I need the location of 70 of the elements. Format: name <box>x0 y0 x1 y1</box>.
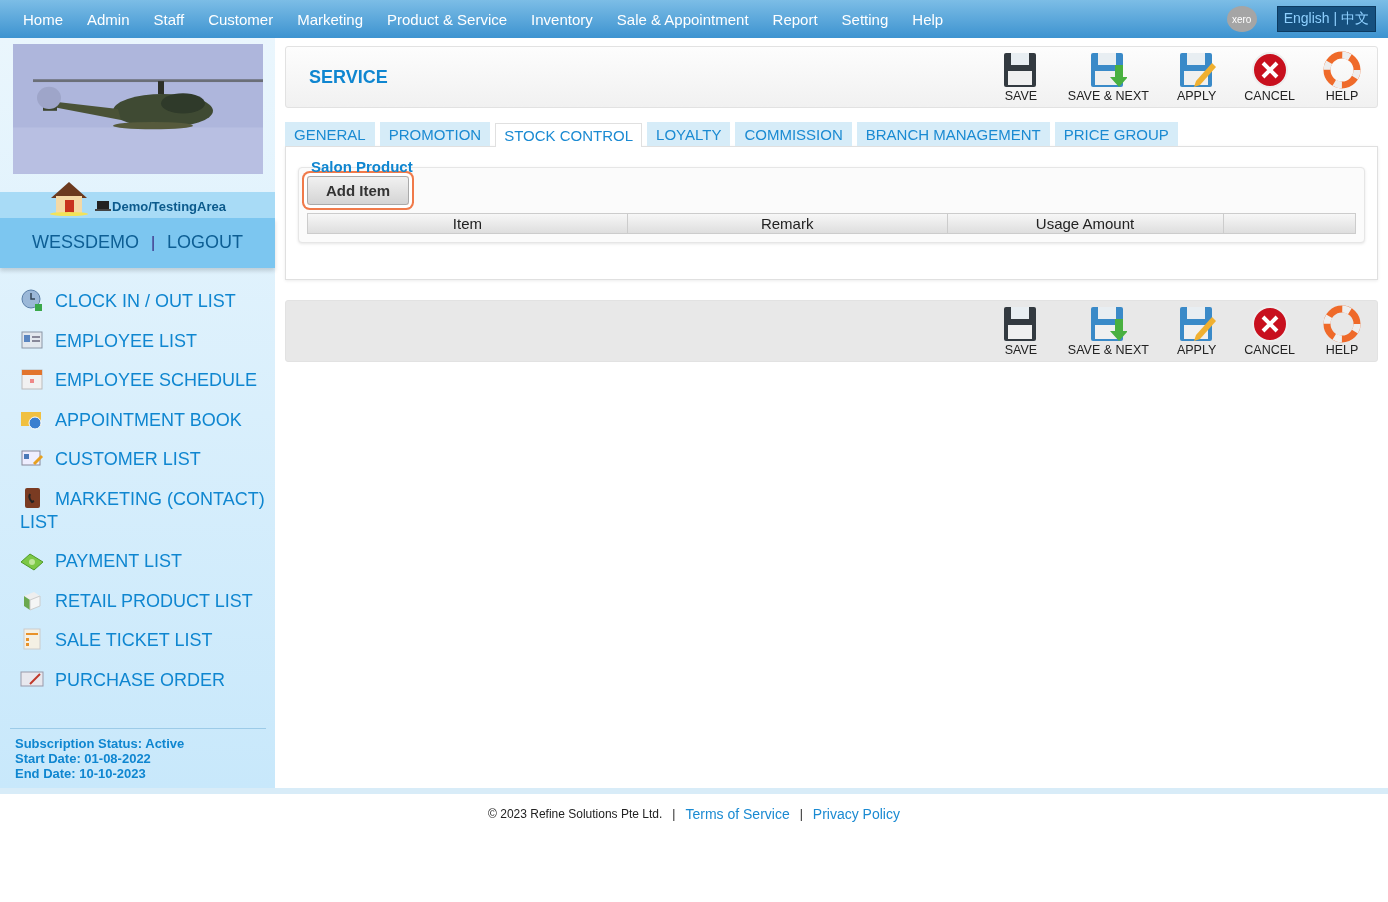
lifebuoy-icon <box>1323 305 1361 343</box>
nav-link[interactable]: Report <box>772 10 818 28</box>
toolbar-button[interactable]: CANCEL <box>1244 305 1295 357</box>
privacy-link[interactable]: Privacy Policy <box>812 806 900 822</box>
save-arrow-icon <box>1089 51 1128 89</box>
nav-link[interactable]: Home <box>23 10 63 28</box>
toolbar-button[interactable]: SAVE <box>1001 51 1040 103</box>
sidebar-menu-item[interactable]: SALE TICKET LIST <box>20 627 267 652</box>
tab[interactable]: PRICE GROUP <box>1054 122 1178 146</box>
logout-link[interactable]: LOGOUT <box>167 232 244 254</box>
lifebuoy-icon <box>1323 51 1361 89</box>
subscription-info: Start Date: 01-08-2022 <box>15 751 152 766</box>
tab[interactable]: PROMOTION <box>379 122 491 146</box>
username-link[interactable]: WESSDEMO <box>31 232 139 254</box>
toolbar-button[interactable]: SAVE <box>1001 305 1040 357</box>
sidebar-menu-item[interactable]: CUSTOMER LIST <box>20 446 267 471</box>
tab[interactable]: STOCK CONTROL <box>495 123 643 147</box>
calendar-icon <box>20 367 44 391</box>
area-label: Demo/TestingArea <box>112 198 226 214</box>
nav-link[interactable]: Setting <box>841 10 889 28</box>
column-header: Remark <box>627 214 948 233</box>
copyright-text: © 2023 Refine Solutions Pte Ltd. <box>488 807 663 821</box>
clock-icon <box>20 288 44 312</box>
page-title: SERVICE <box>309 66 388 88</box>
cancel-icon <box>1250 305 1289 343</box>
nav-link[interactable]: Inventory <box>531 10 593 28</box>
toolbar-button[interactable]: HELP <box>1323 305 1361 357</box>
sidebar-menu-item[interactable]: CLOCK IN / OUT LIST <box>20 288 267 313</box>
toolbar-button[interactable]: SAVE & NEXT <box>1067 305 1149 357</box>
cancel-icon <box>1250 51 1289 89</box>
separator: | <box>150 233 156 252</box>
sidebar-menu-item[interactable]: APPOINTMENT BOOK <box>20 406 267 432</box>
nav-link[interactable]: Customer <box>208 10 274 28</box>
toolbar-button[interactable]: APPLY <box>1176 305 1217 357</box>
column-header: Item <box>308 214 628 233</box>
save-pencil-icon <box>1177 305 1216 343</box>
sidebar-menu-item[interactable]: PURCHASE ORDER <box>20 666 267 692</box>
save-arrow-icon <box>1089 305 1128 343</box>
separator: | <box>799 807 803 821</box>
save-pencil-icon <box>1177 51 1216 89</box>
sidebar-menu-item[interactable]: EMPLOYEE LIST <box>20 327 267 353</box>
nav-link[interactable]: Help <box>912 10 944 28</box>
column-header: Usage Amount <box>947 214 1224 233</box>
nav-link[interactable]: Product & Service <box>387 10 508 28</box>
tab[interactable]: COMMISSION <box>735 122 852 146</box>
toolbar-button[interactable]: SAVE & NEXT <box>1067 51 1149 103</box>
subscription-info: Subscription Status: Active <box>15 736 186 751</box>
nav-link[interactable]: Staff <box>153 10 185 28</box>
toolbar-button[interactable]: CANCEL <box>1244 51 1295 103</box>
tab[interactable]: GENERAL <box>285 122 375 146</box>
tab[interactable]: LOYALTY <box>647 122 731 146</box>
sidebar-menu-item[interactable]: MARKETING (CONTACT) LIST <box>20 485 267 534</box>
nav-link[interactable]: Sale & Appointment <box>616 10 749 28</box>
xero-button[interactable]: xero <box>1226 6 1257 32</box>
toolbar-button[interactable]: HELP <box>1323 51 1361 103</box>
terms-link[interactable]: Terms of Service <box>685 806 790 822</box>
tab[interactable]: BRANCH MANAGEMENT <box>856 122 1050 146</box>
separator: | <box>672 807 676 821</box>
subscription-info: End Date: 10-10-2023 <box>15 766 147 781</box>
toolbar-button[interactable]: APPLY <box>1176 51 1217 103</box>
language-switcher[interactable]: English | 中文 <box>1276 6 1376 32</box>
house-icon <box>49 179 90 216</box>
nav-link[interactable]: Admin <box>87 10 130 28</box>
sidebar-menu-item[interactable]: PAYMENT LIST <box>20 548 267 573</box>
laptop-icon <box>95 199 112 212</box>
ticket-icon <box>20 627 44 651</box>
nav-link[interactable]: Marketing <box>297 10 364 28</box>
sidebar-menu-item[interactable]: RETAIL PRODUCT LIST <box>20 587 267 613</box>
sidebar-menu-item[interactable]: EMPLOYEE SCHEDULE <box>20 367 267 392</box>
section-legend: Salon Product <box>311 158 413 175</box>
